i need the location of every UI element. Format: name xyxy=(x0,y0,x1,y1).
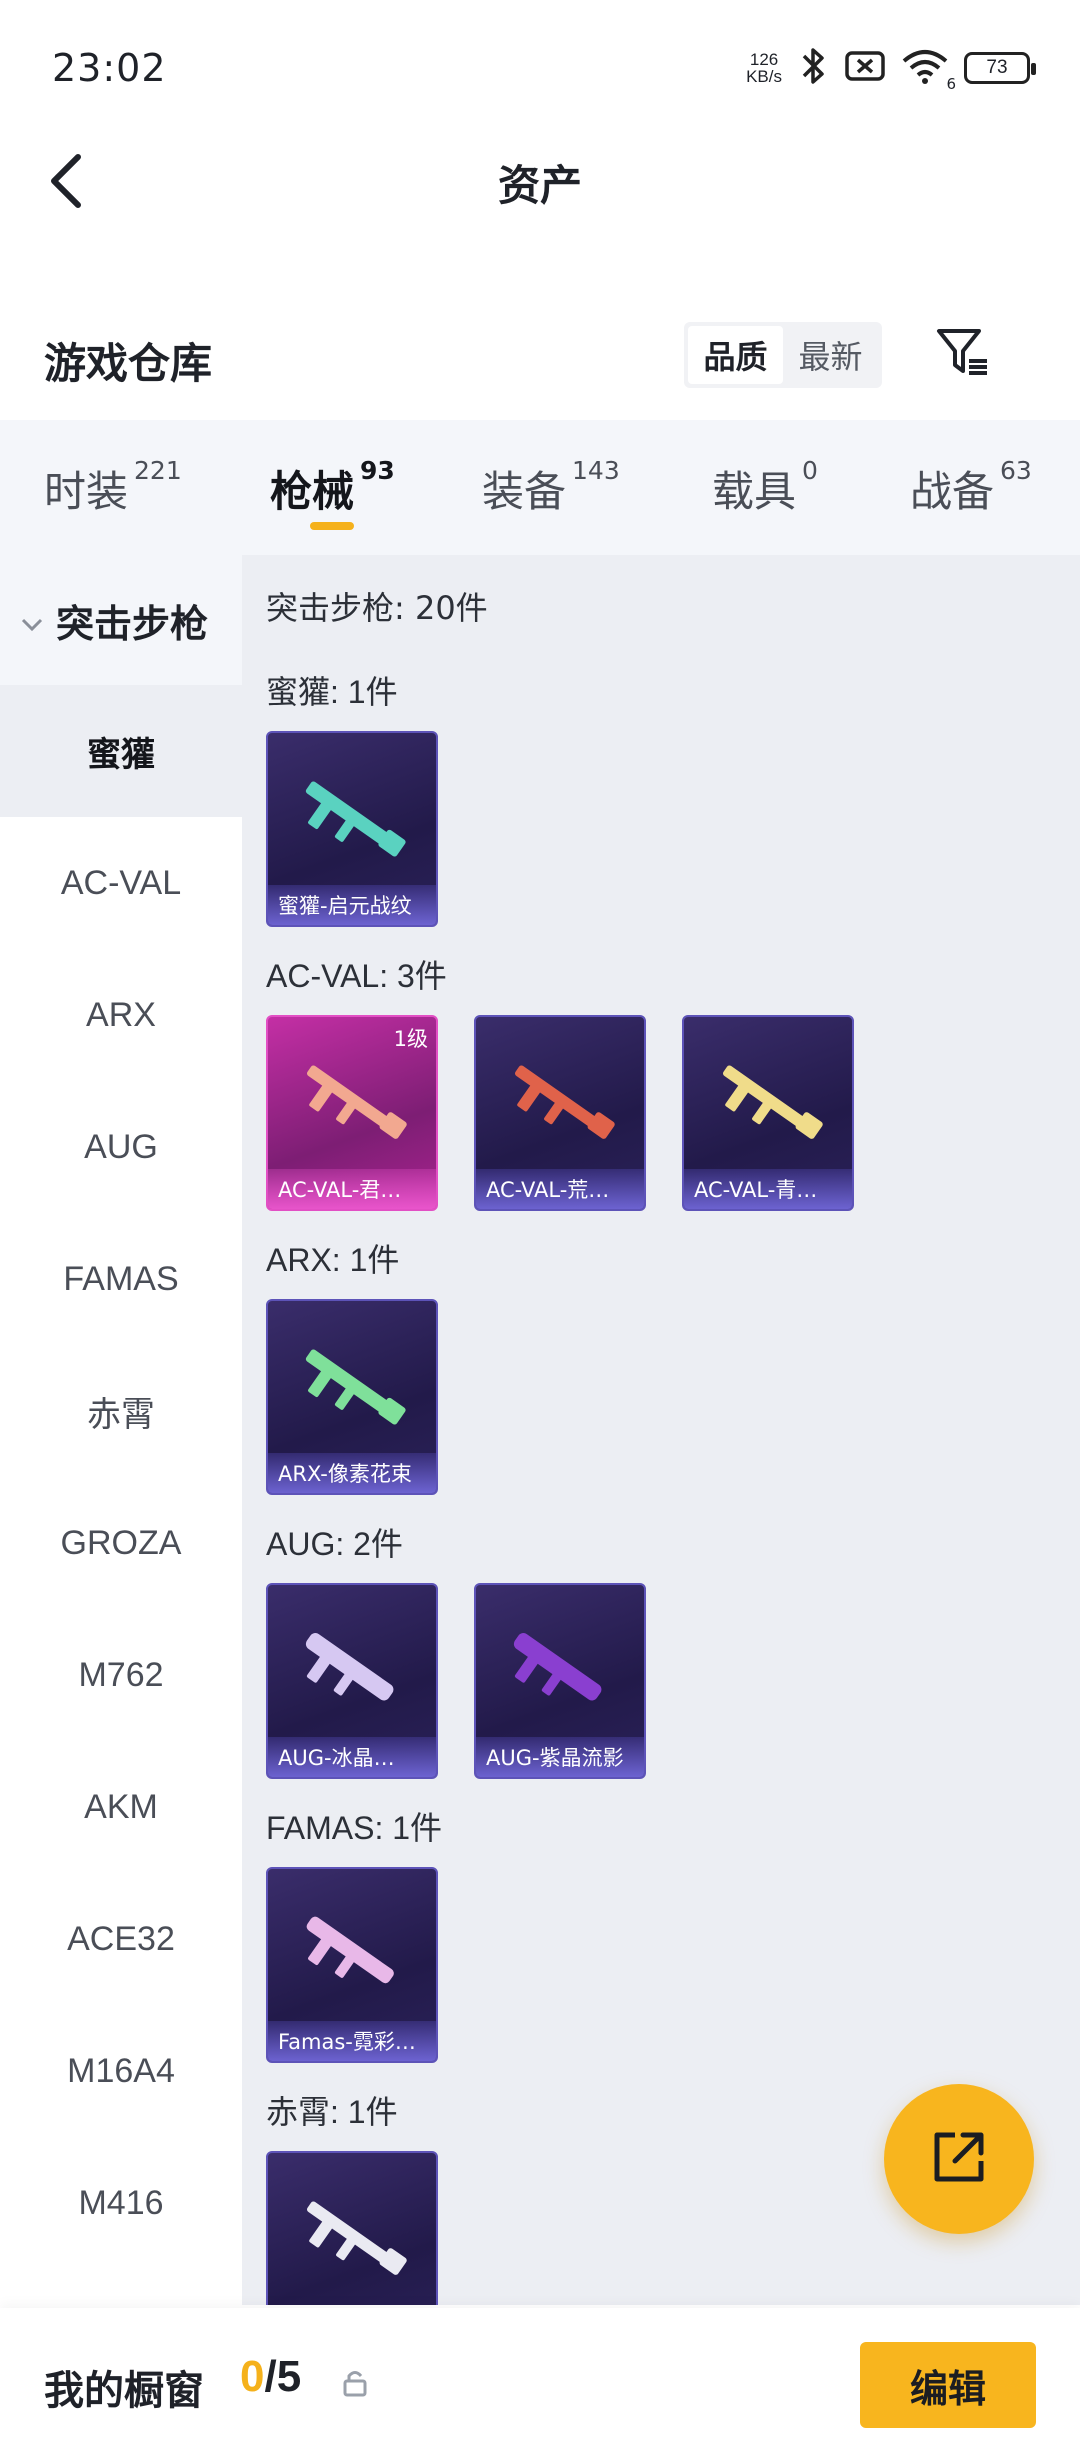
group-label: FAMAS: 1件 xyxy=(266,1810,443,1846)
tab-label: 战备 xyxy=(910,467,995,516)
showcase-bar: 我的橱窗 0/5 编辑 xyxy=(0,2308,1080,2460)
sidebar-item-m16a4[interactable]: M16A4 xyxy=(0,2005,242,2137)
edit-button[interactable]: 编辑 xyxy=(860,2342,1036,2428)
category-tabs: 时装 221 枪械 93 装备 143 载具 0 战备 63 xyxy=(0,420,1080,555)
group-label: AC-VAL: 3件 xyxy=(266,958,447,994)
sort-newest-option[interactable]: 最新 xyxy=(783,326,878,384)
tab-supplies[interactable]: 战备 63 xyxy=(910,456,1032,519)
gun-icon xyxy=(723,1065,823,1139)
chevron-down-icon xyxy=(20,598,44,642)
weapon-card[interactable]: AUG-紫晶流影 xyxy=(474,1583,646,1779)
net-speed-value: 126 xyxy=(749,50,779,69)
gun-icon xyxy=(515,1065,615,1139)
showcase-current: 0 xyxy=(240,2352,265,2401)
group-label: AUG: 2件 xyxy=(266,1526,403,1562)
wifi-label: 6 xyxy=(946,75,956,93)
sidebar-group-label: 突击步枪 xyxy=(56,601,209,646)
group-label: ARX: 1件 xyxy=(266,1242,400,1278)
net-speed-unit: KB/s xyxy=(746,67,782,86)
gun-icon xyxy=(307,1065,407,1139)
nav-bar: 资产 xyxy=(0,130,1080,240)
sidebar-item-aug[interactable]: AUG xyxy=(0,1081,242,1213)
group-label: 赤霄: 1件 xyxy=(266,2094,398,2130)
tab-count: 0 xyxy=(802,456,818,485)
sidebar-item-m762[interactable]: M762 xyxy=(0,1609,242,1741)
weapon-sidebar: 突击步枪 蜜獾 AC-VAL ARX AUG FAMAS 赤霄 GROZA M7… xyxy=(0,555,242,2305)
sim-off-icon xyxy=(844,48,886,88)
battery-level: 73 xyxy=(986,57,1008,78)
lock-icon xyxy=(342,2368,368,2402)
tab-label: 枪械 xyxy=(270,467,355,516)
filter-button[interactable] xyxy=(930,322,996,388)
gun-icon xyxy=(307,2201,407,2275)
status-time: 23:02 xyxy=(52,46,167,90)
tab-label: 时装 xyxy=(44,467,129,516)
status-icons: 126 KB/s 6 73 xyxy=(746,44,1036,93)
weapon-name: ARX-像素花束 xyxy=(268,1453,436,1493)
gun-icon xyxy=(513,1633,602,1701)
weapon-card[interactable]: 蜜獾-启元战纹 xyxy=(266,731,438,927)
share-icon xyxy=(927,2125,991,2193)
weapon-name: AC-VAL-青… xyxy=(684,1169,852,1209)
gun-icon xyxy=(305,1633,394,1701)
weapon-name: AUG-冰晶… xyxy=(268,1737,436,1777)
tab-equipment[interactable]: 装备 143 xyxy=(482,456,620,519)
weapon-card[interactable]: ARX-像素花束 xyxy=(266,1299,438,1495)
sort-toggle: 品质 最新 xyxy=(684,322,882,388)
sidebar-item-m416[interactable]: M416 xyxy=(0,2137,242,2269)
showcase-label: 我的橱窗 xyxy=(44,2368,204,2414)
weapon-card[interactable]: Famas-霓彩… xyxy=(266,1867,438,2063)
weapon-name: 蜜獾-启元战纹 xyxy=(268,885,436,925)
showcase-count: 0/5 xyxy=(240,2352,301,2402)
group-label: 蜜獾: 1件 xyxy=(266,674,398,710)
weapon-name: AUG-紫晶流影 xyxy=(476,1737,644,1777)
page-title: 资产 xyxy=(497,161,582,210)
battery-icon: 73 xyxy=(964,52,1036,84)
gun-icon xyxy=(305,781,406,857)
active-tab-indicator xyxy=(310,522,354,530)
bluetooth-icon xyxy=(796,46,830,90)
weapon-card[interactable]: 1级 AC-VAL-君… xyxy=(266,1015,438,1211)
tab-firearms[interactable]: 枪械 93 xyxy=(270,456,395,530)
weapon-name: Famas-霓彩… xyxy=(268,2021,436,2061)
showcase-total: /5 xyxy=(264,2352,302,2401)
tab-label: 装备 xyxy=(482,467,567,516)
sort-quality-option[interactable]: 品质 xyxy=(688,326,783,384)
tab-count: 143 xyxy=(572,456,620,485)
warehouse-header: 游戏仓库 品质 最新 xyxy=(0,300,1080,410)
sidebar-item-famas[interactable]: FAMAS xyxy=(0,1213,242,1345)
weapon-card[interactable]: AC-VAL-荒… xyxy=(474,1015,646,1211)
weapon-card[interactable]: AUG-冰晶… xyxy=(266,1583,438,1779)
sidebar-group-assault-rifles[interactable]: 突击步枪 xyxy=(0,555,242,685)
weapon-name: AC-VAL-君… xyxy=(268,1169,436,1209)
tab-vehicles[interactable]: 载具 0 xyxy=(712,456,818,519)
wifi-icon: 6 xyxy=(900,47,956,93)
tab-fashion[interactable]: 时装 221 xyxy=(44,456,182,519)
weapon-grid: 突击步枪: 20件 蜜獾: 1件 蜜獾-启元战纹 AC-VAL: 3件 1级 A… xyxy=(242,555,1080,2305)
gun-icon xyxy=(305,1349,406,1425)
sidebar-item-honey-badger[interactable]: 蜜獾 xyxy=(0,685,242,817)
warehouse-title: 游戏仓库 xyxy=(44,339,213,388)
share-fab-button[interactable] xyxy=(884,2084,1034,2234)
gun-icon xyxy=(306,1916,394,1984)
category-summary: 突击步枪: 20件 xyxy=(266,589,488,627)
weapon-card[interactable]: AC-VAL-青… xyxy=(682,1015,854,1211)
status-bar: 23:02 126 KB/s 6 73 xyxy=(0,0,1080,130)
sidebar-item-chixiao[interactable]: 赤霄 xyxy=(0,1345,242,1477)
sidebar-item-ac-val[interactable]: AC-VAL xyxy=(0,817,242,949)
tab-label: 载具 xyxy=(712,467,797,516)
filter-icon xyxy=(935,325,991,385)
sidebar-item-arx[interactable]: ARX xyxy=(0,949,242,1081)
tab-count: 221 xyxy=(134,456,182,485)
sidebar-item-ace32[interactable]: ACE32 xyxy=(0,1873,242,2005)
tab-count: 63 xyxy=(1000,456,1032,485)
net-speed: 126 KB/s xyxy=(746,51,782,85)
weapon-card[interactable] xyxy=(266,2151,438,2305)
sidebar-item-groza[interactable]: GROZA xyxy=(0,1477,242,1609)
tab-count: 93 xyxy=(360,456,395,485)
weapon-name: AC-VAL-荒… xyxy=(476,1169,644,1209)
sidebar-item-akm[interactable]: AKM xyxy=(0,1741,242,1873)
